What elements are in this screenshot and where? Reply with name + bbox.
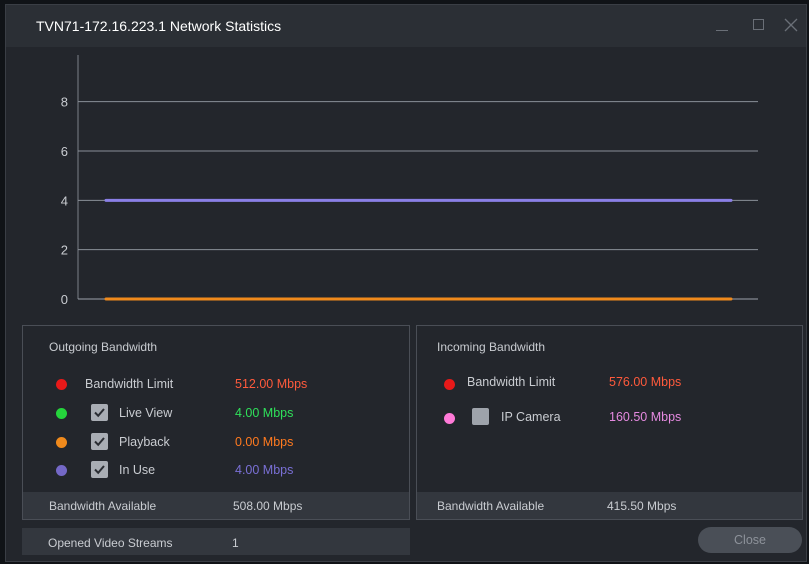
in-use-label: In Use [119,463,156,477]
live-view-dot-icon [56,408,67,419]
playback-value: 0.00 Mbps [235,435,294,449]
outgoing-row-live-view: Live View 4.00 Mbps [23,404,403,424]
ip-camera-dot-icon [444,413,455,424]
incoming-available-label: Bandwidth Available [437,499,545,513]
opened-video-streams-bar: Opened Video Streams 1 [22,528,410,555]
incoming-available-value: 415.50 Mbps [607,499,677,513]
in-use-dot-icon [56,465,67,476]
incoming-row-ip-camera: IP Camera 160.50 Mbps [417,408,797,428]
close-button[interactable]: Close [698,527,802,553]
incoming-limit-value: 576.00 Mbps [609,375,682,389]
ip-camera-value: 160.50 Mbps [609,410,682,424]
outgoing-available-bar: Bandwidth Available 508.00 Mbps [23,492,409,519]
outgoing-row-bandwidth-limit: Bandwidth Limit 512.00 Mbps [23,375,403,395]
close-icon[interactable] [781,15,801,35]
minimize-icon[interactable] [712,15,732,35]
playback-dot-icon [56,437,67,448]
in-use-checkbox[interactable] [91,461,108,478]
ip-camera-label: IP Camera [501,410,561,424]
title-bar: TVN71-172.16.223.1 Network Statistics [6,5,806,47]
outgoing-row-playback: Playback 0.00 Mbps [23,433,403,453]
incoming-title: Incoming Bandwidth [437,340,546,354]
network-statistics-window: TVN71-172.16.223.1 Network Statistics 0 2… [5,4,807,562]
playback-checkbox[interactable] [91,433,108,450]
incoming-limit-label: Bandwidth Limit [467,375,556,389]
bandwidth-chart: 0 2 4 6 8 [61,55,758,307]
live-view-checkbox[interactable] [91,404,108,421]
outgoing-available-value: 508.00 Mbps [233,499,303,513]
outgoing-row-in-use: In Use 4.00 Mbps [23,461,403,481]
outgoing-available-label: Bandwidth Available [49,499,157,513]
incoming-bandwidth-panel: Incoming Bandwidth Bandwidth Limit 576.0… [416,325,803,520]
y-tick-label: 8 [61,95,68,110]
opened-streams-value: 1 [232,536,239,550]
bandwidth-limit-value: 512.00 Mbps [235,377,308,391]
incoming-available-bar: Bandwidth Available 415.50 Mbps [417,492,802,519]
ip-camera-checkbox[interactable] [472,408,489,425]
outgoing-bandwidth-panel: Outgoing Bandwidth Bandwidth Limit 512.0… [22,325,410,520]
opened-streams-label: Opened Video Streams [48,536,173,550]
window-title: TVN71-172.16.223.1 Network Statistics [36,18,282,34]
y-tick-label: 4 [61,193,68,208]
bandwidth-limit-dot-icon [56,379,67,390]
live-view-value: 4.00 Mbps [235,406,294,420]
maximize-icon[interactable] [749,15,769,35]
incoming-row-bandwidth-limit: Bandwidth Limit 576.00 Mbps [417,373,797,393]
y-tick-label: 0 [61,292,68,307]
live-view-label: Live View [119,406,173,420]
outgoing-title: Outgoing Bandwidth [49,340,158,354]
in-use-value: 4.00 Mbps [235,463,294,477]
incoming-limit-dot-icon [444,379,455,390]
y-tick-label: 6 [61,144,68,159]
y-tick-label: 2 [61,243,68,258]
bandwidth-limit-label: Bandwidth Limit [85,377,174,391]
playback-label: Playback [119,435,170,449]
